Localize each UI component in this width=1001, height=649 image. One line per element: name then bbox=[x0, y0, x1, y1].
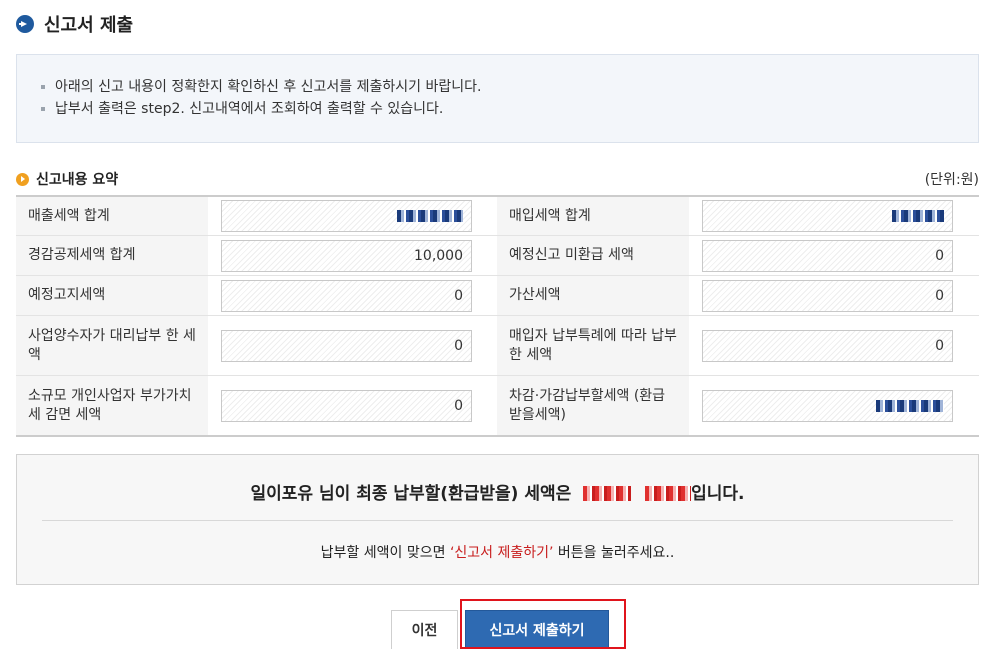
unit-label: (단위:원) bbox=[924, 172, 979, 188]
masked-value bbox=[876, 399, 944, 412]
notice-box: 아래의 신고 내용이 정확한지 확인하신 후 신고서를 제출하시기 바랍니다. … bbox=[16, 54, 979, 143]
table-row: 매출세액 합계 매입세액 합계 bbox=[16, 197, 979, 236]
label-input-tax-total: 매입세액 합계 bbox=[497, 197, 689, 235]
preliminary-notice-tax-field: 0 bbox=[221, 279, 472, 312]
value-cell: 0 bbox=[689, 276, 978, 315]
summary-header: 신고내용 요약 (단위:원) bbox=[16, 168, 979, 190]
input-tax-total-field bbox=[702, 200, 953, 232]
penalty-tax-field: 0 bbox=[702, 279, 953, 312]
masked-amount bbox=[583, 486, 632, 501]
label-net-payable-tax: 차감·가감납부할세액 (환급받을세액) bbox=[497, 376, 689, 435]
label-small-business-vat-reduction: 소규모 개인사업자 부가가치세 감면 세액 bbox=[16, 376, 208, 435]
page-title: 신고서 제출 bbox=[44, 15, 134, 36]
value-cell bbox=[689, 376, 978, 435]
summary-table: 매출세액 합계 매입세액 합계 경감공제세액 합계 10,000 예정신고 미환… bbox=[16, 195, 979, 437]
page-header: 신고서 제출 bbox=[16, 12, 133, 36]
table-row: 경감공제세액 합계 10,000 예정신고 미환급 세액 0 bbox=[16, 236, 979, 276]
buyer-special-payment-field: 0 bbox=[702, 329, 953, 362]
label-preliminary-notice-tax: 예정고지세액 bbox=[16, 276, 208, 315]
value-cell: 10,000 bbox=[208, 236, 497, 275]
submit-report-button[interactable]: 신고서 제출하기 bbox=[465, 610, 609, 649]
reduction-credit-total-field: 10,000 bbox=[221, 239, 472, 272]
transferee-proxy-payment-field: 0 bbox=[221, 329, 472, 362]
value-cell bbox=[208, 197, 497, 235]
note-text: 버튼을 눌러주세요.. bbox=[553, 545, 675, 561]
label-penalty-tax: 가산세액 bbox=[497, 276, 689, 315]
masked-value bbox=[397, 210, 463, 222]
bullet-square-icon bbox=[41, 107, 45, 111]
output-tax-total-field bbox=[221, 200, 472, 232]
orange-bullet-icon bbox=[16, 172, 29, 186]
prev-button[interactable]: 이전 bbox=[391, 610, 458, 649]
net-payable-tax-field bbox=[702, 389, 953, 422]
divider bbox=[42, 520, 953, 521]
notice-text: 납부서 출력은 step2. 신고내역에서 조회하여 출력할 수 있습니다. bbox=[55, 101, 444, 117]
small-business-vat-reduction-field: 0 bbox=[221, 389, 472, 422]
value-cell: 0 bbox=[208, 276, 497, 315]
bullet-square-icon bbox=[41, 85, 45, 89]
section-title: 신고내용 요약 bbox=[36, 172, 119, 188]
table-row: 예정고지세액 0 가산세액 0 bbox=[16, 276, 979, 316]
label-reduction-credit-total: 경감공제세액 합계 bbox=[16, 236, 208, 275]
value-cell: 0 bbox=[208, 376, 497, 435]
masked-amount bbox=[645, 486, 692, 501]
final-amount-box: 일이포유 님이 최종 납부할(환급받을) 세액은 입니다. 납부할 세액이 맞으… bbox=[16, 454, 979, 585]
masked-value bbox=[892, 210, 944, 222]
note-highlight: ‘신고서 제출하기’ bbox=[449, 545, 554, 561]
label-preliminary-unrefunded-tax: 예정신고 미환급 세액 bbox=[497, 236, 689, 275]
summary-title-group: 신고내용 요약 bbox=[16, 169, 118, 189]
final-amount-prefix: 일이포유 님이 최종 납부할(환급받을) 세액은 bbox=[250, 484, 572, 504]
preliminary-unrefunded-tax-field: 0 bbox=[702, 239, 953, 272]
label-buyer-special-payment: 매입자 납부특례에 따라 납부한 세액 bbox=[497, 316, 689, 375]
final-amount-statement: 일이포유 님이 최종 납부할(환급받을) 세액은 입니다. bbox=[17, 479, 978, 504]
value-cell: 0 bbox=[689, 316, 978, 375]
arrow-right-circle-icon bbox=[16, 15, 34, 33]
value-cell: 0 bbox=[208, 316, 497, 375]
notice-item: 납부서 출력은 step2. 신고내역에서 조회하여 출력할 수 있습니다. bbox=[41, 98, 954, 120]
label-output-tax-total: 매출세액 합계 bbox=[16, 197, 208, 235]
final-note: 납부할 세액이 맞으면 ‘신고서 제출하기’ 버튼을 눌러주세요.. bbox=[17, 542, 978, 562]
value-cell bbox=[689, 197, 978, 235]
value-cell: 0 bbox=[689, 236, 978, 275]
note-text: 납부할 세액이 맞으면 bbox=[320, 545, 450, 561]
notice-item: 아래의 신고 내용이 정확한지 확인하신 후 신고서를 제출하시기 바랍니다. bbox=[41, 76, 954, 98]
notice-text: 아래의 신고 내용이 정확한지 확인하신 후 신고서를 제출하시기 바랍니다. bbox=[55, 79, 482, 95]
label-transferee-proxy-payment: 사업양수자가 대리납부 한 세액 bbox=[16, 316, 208, 375]
table-row: 사업양수자가 대리납부 한 세액 0 매입자 납부특례에 따라 납부한 세액 0 bbox=[16, 316, 979, 376]
table-row: 소규모 개인사업자 부가가치세 감면 세액 0 차감·가감납부할세액 (환급받을… bbox=[16, 376, 979, 435]
final-amount-suffix: 입니다. bbox=[691, 484, 745, 504]
